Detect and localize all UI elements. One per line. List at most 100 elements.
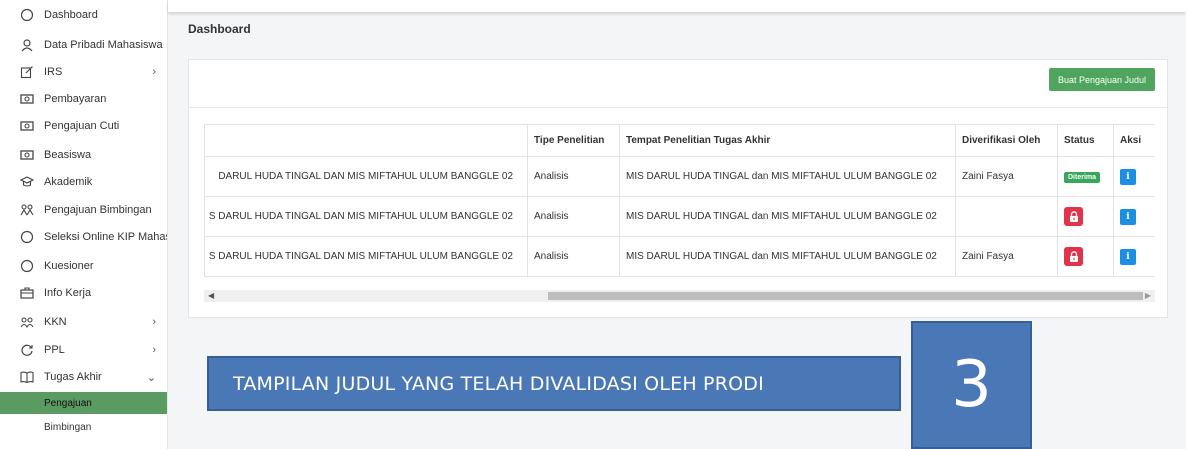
info-icon: i <box>1126 211 1130 222</box>
column-header-aksi[interactable]: Aksi <box>1113 124 1155 157</box>
top-navbar <box>168 0 1186 12</box>
submissions-table: Tipe Penelitian Tempat Penelitian Tugas … <box>204 124 1155 277</box>
people-icon <box>20 203 34 217</box>
sidebar-item-pembayaran[interactable]: Pembayaran <box>0 87 167 111</box>
info-button[interactable]: i <box>1120 248 1136 265</box>
cell-judul: S DARUL HUDA TINGAL DAN MIS MIFTAHUL ULU… <box>204 196 528 237</box>
cell-tempat: MIS DARUL HUDA TINGAL dan MIS MIFTAHUL U… <box>619 156 956 197</box>
info-icon: i <box>1126 251 1130 262</box>
sidebar-item-beasiswa[interactable]: Beasiswa <box>0 143 167 167</box>
lock-icon <box>1069 251 1078 262</box>
cell-status <box>1057 196 1114 237</box>
money-icon <box>20 148 34 162</box>
sidebar-item-seleksi-kip[interactable]: Seleksi Online KIP Mahasiswa <box>0 225 167 249</box>
dashboard-icon <box>20 8 34 22</box>
chevron-right-icon: › <box>152 66 156 78</box>
sidebar-item-label: Beasiswa <box>44 149 92 161</box>
column-header-verifikasi[interactable]: Diverifikasi Oleh <box>955 124 1058 157</box>
sidebar-item-label: Dashboard <box>44 9 98 21</box>
circle-icon <box>20 259 34 273</box>
annotation-caption: TAMPILAN JUDUL YANG TELAH DIVALIDASI OLE… <box>207 356 901 411</box>
briefcase-icon <box>20 286 34 300</box>
money-icon <box>20 92 34 106</box>
cell-judul: S DARUL HUDA TINGAL DAN MIS MIFTAHUL ULU… <box>204 236 528 277</box>
column-header-tempat[interactable]: Tempat Penelitian Tugas Akhir <box>619 124 956 157</box>
column-header-judul[interactable] <box>204 124 528 157</box>
sidebar-item-label: PPL <box>44 344 65 356</box>
status-badge-accepted: Diterima <box>1064 171 1101 183</box>
horizontal-scrollbar[interactable]: ◀ ▶ <box>204 290 1155 302</box>
refresh-icon <box>20 343 34 357</box>
sidebar-item-label: Data Pribadi Mahasiswa <box>44 39 163 51</box>
sidebar-subitem-bimbingan[interactable]: Bimbingan <box>0 416 167 438</box>
scroll-right-icon[interactable]: ▶ <box>1145 290 1151 302</box>
column-header-status[interactable]: Status <box>1057 124 1114 157</box>
cell-judul: DARUL HUDA TINGAL DAN MIS MIFTAHUL ULUM … <box>204 156 528 197</box>
sidebar: Dashboard Data Pribadi Mahasiswa IRS › P… <box>0 0 168 449</box>
sidebar-item-label: Pembayaran <box>44 93 107 105</box>
cell-aksi: i <box>1113 156 1155 197</box>
sidebar-item-label: Info Kerja <box>44 287 92 299</box>
sidebar-item-info-kerja[interactable]: Info Kerja <box>0 281 167 305</box>
circle-icon <box>20 230 34 244</box>
sidebar-item-label: Akademik <box>44 176 93 188</box>
book-icon <box>20 370 34 384</box>
lock-status-button[interactable] <box>1064 207 1083 226</box>
cell-status <box>1057 236 1114 277</box>
sidebar-item-pengajuan-bimbingan[interactable]: Pengajuan Bimbingan <box>0 198 167 222</box>
submissions-card: Buat Pengajuan Judul Tipe Penelitian Tem… <box>188 59 1168 318</box>
sidebar-item-label: Tugas Akhir <box>44 371 102 383</box>
table-header-row: Tipe Penelitian Tempat Penelitian Tugas … <box>204 124 1155 157</box>
lock-status-button[interactable] <box>1064 247 1083 266</box>
cell-verifikasi: Zaini Fasya <box>955 236 1058 277</box>
lock-icon <box>1069 211 1078 222</box>
info-button[interactable]: i <box>1120 208 1136 225</box>
cell-tipe: Analisis <box>527 196 620 237</box>
sidebar-item-irs[interactable]: IRS › <box>0 60 167 84</box>
cell-aksi: i <box>1113 196 1155 237</box>
scroll-left-icon[interactable]: ◀ <box>208 290 214 302</box>
sidebar-item-label: Seleksi Online KIP Mahasiswa <box>44 231 167 243</box>
submissions-table-wrapper[interactable]: Tipe Penelitian Tempat Penelitian Tugas … <box>204 124 1155 278</box>
sidebar-item-label: KKN <box>44 316 67 328</box>
cell-tempat: MIS DARUL HUDA TINGAL dan MIS MIFTAHUL U… <box>619 196 956 237</box>
cell-verifikasi <box>955 196 1058 237</box>
sidebar-item-tugas-akhir[interactable]: Tugas Akhir ⌄ <box>0 365 167 389</box>
sidebar-item-kkn[interactable]: KKN › <box>0 310 167 334</box>
sidebar-item-label: IRS <box>44 66 63 78</box>
column-header-tipe[interactable]: Tipe Penelitian <box>527 124 620 157</box>
sidebar-item-dashboard[interactable]: Dashboard <box>0 3 167 27</box>
cell-aksi: i <box>1113 236 1155 277</box>
sidebar-item-akademik[interactable]: Akademik <box>0 170 167 194</box>
chevron-down-icon: ⌄ <box>146 371 156 384</box>
table-row: DARUL HUDA TINGAL DAN MIS MIFTAHUL ULUM … <box>204 156 1155 197</box>
annotation-step-number: 3 <box>911 321 1032 449</box>
cell-tipe: Analisis <box>527 236 620 277</box>
sidebar-item-pengajuan-cuti[interactable]: Pengajuan Cuti <box>0 114 167 138</box>
cell-verifikasi: Zaini Fasya <box>955 156 1058 197</box>
cell-tipe: Analisis <box>527 156 620 197</box>
edit-icon <box>20 65 34 79</box>
users-icon <box>20 315 34 329</box>
sidebar-subitem-label: Pengajuan <box>44 397 92 409</box>
sidebar-subitem-pengajuan[interactable]: Pengajuan <box>0 392 167 414</box>
create-title-submission-button[interactable]: Buat Pengajuan Judul <box>1049 68 1155 91</box>
cell-status: Diterima <box>1057 156 1114 197</box>
sidebar-item-label: Pengajuan Cuti <box>44 120 120 132</box>
sidebar-item-data-pribadi[interactable]: Data Pribadi Mahasiswa <box>0 33 167 57</box>
scrollbar-thumb[interactable] <box>548 292 1143 300</box>
sidebar-item-label: Pengajuan Bimbingan <box>44 204 152 216</box>
chevron-right-icon: › <box>152 344 156 356</box>
info-button[interactable]: i <box>1120 168 1136 185</box>
cell-tempat: MIS DARUL HUDA TINGAL dan MIS MIFTAHUL U… <box>619 236 956 277</box>
sidebar-item-kuesioner[interactable]: Kuesioner <box>0 254 167 278</box>
sidebar-item-ppl[interactable]: PPL › <box>0 338 167 362</box>
user-icon <box>20 38 34 52</box>
chevron-right-icon: › <box>152 316 156 328</box>
info-icon: i <box>1126 171 1130 182</box>
page-title: Dashboard <box>188 22 251 36</box>
card-header: Buat Pengajuan Judul <box>189 60 1167 108</box>
graduation-icon <box>20 175 34 189</box>
table-row: S DARUL HUDA TINGAL DAN MIS MIFTAHUL ULU… <box>204 196 1155 237</box>
money-icon <box>20 119 34 133</box>
